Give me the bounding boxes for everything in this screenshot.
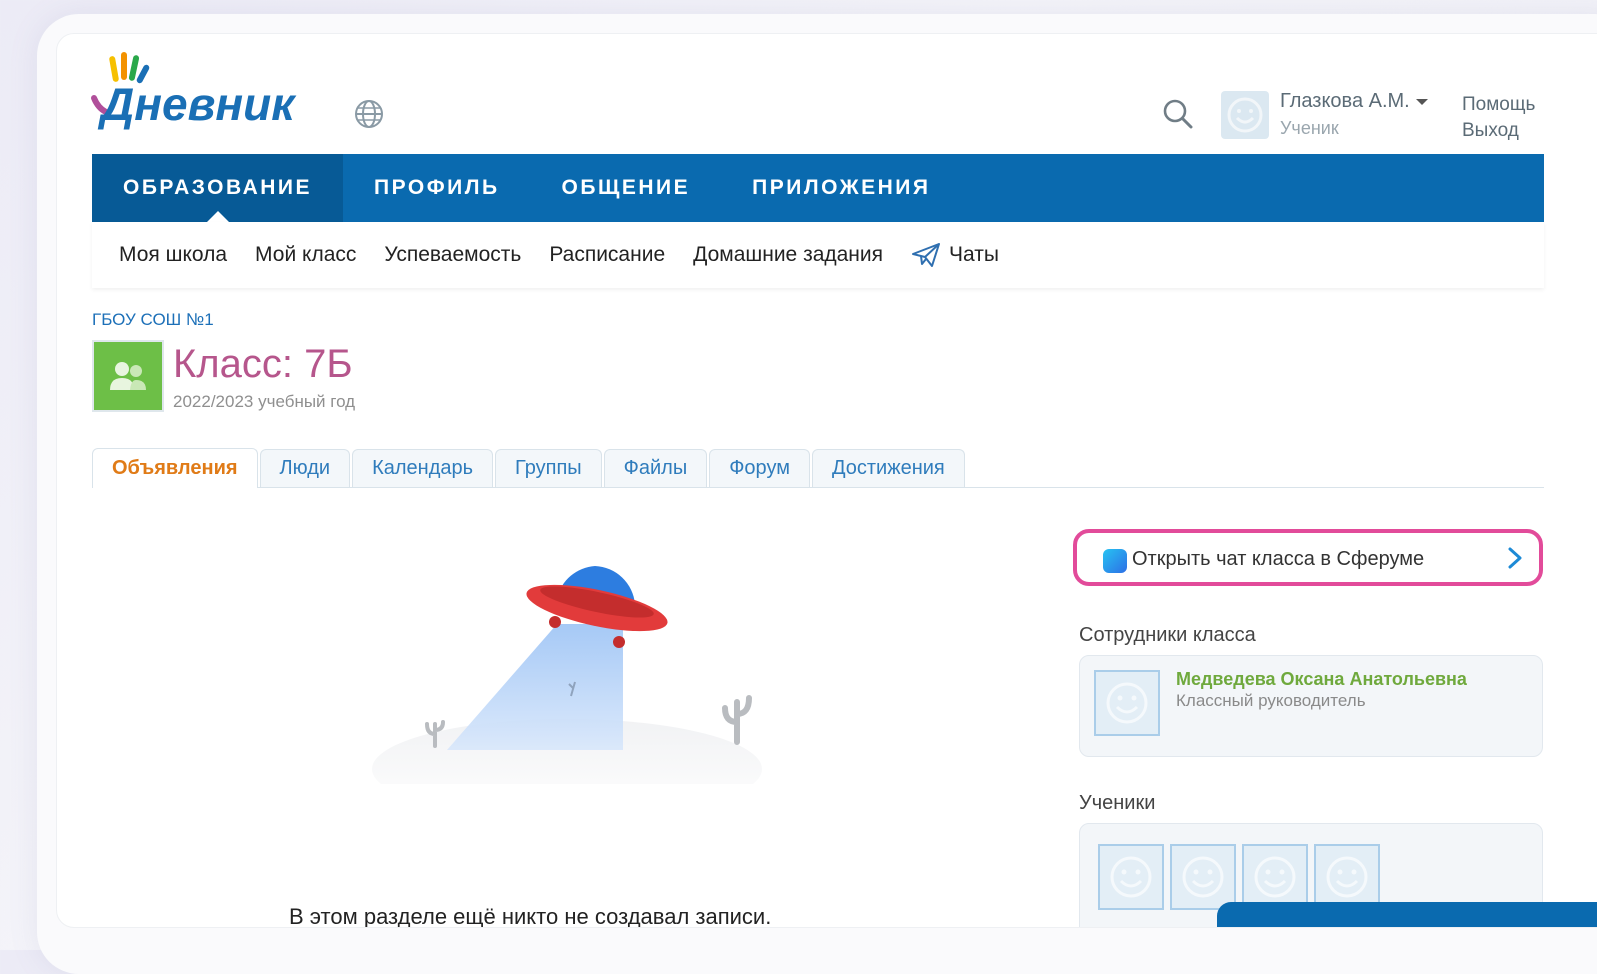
smiley-avatar-icon: [1326, 856, 1368, 898]
subnav-chats-label: Чаты: [949, 243, 999, 266]
school-link[interactable]: ГБОУ СОШ №1: [92, 310, 214, 330]
tab-people[interactable]: Люди: [259, 449, 351, 487]
smiley-avatar-icon: [1110, 856, 1152, 898]
app-screen: Дневник Глазкова А.М. Ученик Помощь Выхо…: [56, 33, 1597, 928]
logout-link[interactable]: Выход: [1462, 120, 1519, 142]
logo-text[interactable]: Дневник: [101, 74, 295, 134]
nav-item-communication[interactable]: ОБЩЕНИЕ: [531, 154, 722, 222]
tab-announcements[interactable]: Объявления: [92, 448, 258, 488]
staff-avatar[interactable]: [1094, 670, 1160, 736]
pupil-avatar[interactable]: [1242, 844, 1308, 910]
smiley-avatar-icon: [1254, 856, 1296, 898]
help-link[interactable]: Помощь: [1462, 94, 1535, 116]
open-class-chat-label: Открыть чат класса в Сферуме: [1132, 548, 1425, 570]
subnav-schedule[interactable]: Расписание: [549, 243, 665, 267]
tab-files[interactable]: Файлы: [603, 449, 708, 487]
smiley-avatar-icon: [1182, 856, 1224, 898]
subnav-chats[interactable]: Чаты: [911, 242, 999, 268]
smiley-avatar-icon: [1106, 682, 1148, 724]
class-year: 2022/2023 учебный год: [173, 392, 356, 411]
chevron-right-icon: [1508, 547, 1522, 569]
class-title: Класс: 7Б: [173, 342, 353, 386]
search-icon[interactable]: [1161, 97, 1195, 131]
pupil-avatar[interactable]: [1170, 844, 1236, 910]
tab-calendar[interactable]: Календарь: [352, 449, 494, 487]
staff-heading: Сотрудники класса: [1079, 624, 1256, 646]
paper-plane-icon: [912, 243, 941, 267]
staff-card: Медведева Оксана Анатольевна Классный ру…: [1079, 655, 1543, 757]
user-name: Глазкова А.М.: [1280, 90, 1410, 112]
chevron-down-icon: [1415, 98, 1428, 105]
user-name-dropdown[interactable]: Глазкова А.М.: [1280, 90, 1428, 113]
class-tabs: Объявления Люди Календарь Группы Файлы Ф…: [92, 447, 1544, 488]
class-group-icon: [92, 340, 164, 412]
nav-item-education[interactable]: ОБРАЗОВАНИЕ: [92, 154, 344, 222]
sferum-chat-icon: [1103, 549, 1127, 573]
globe-icon[interactable]: [353, 98, 385, 130]
tab-forum[interactable]: Форум: [709, 449, 810, 487]
nav-item-profile[interactable]: ПРОФИЛЬ: [343, 154, 531, 222]
pupil-avatar[interactable]: [1314, 844, 1380, 910]
empty-state-ufo-illustration: [372, 566, 762, 784]
subnav-my-class[interactable]: Мой класс: [255, 243, 356, 267]
sub-nav: Моя школа Мой класс Успеваемость Расписа…: [92, 222, 1544, 288]
smiley-avatar-icon: [1227, 97, 1263, 133]
tab-groups[interactable]: Группы: [495, 449, 602, 487]
user-role: Ученик: [1280, 118, 1339, 138]
nav-item-apps[interactable]: ПРИЛОЖЕНИЯ: [721, 154, 961, 222]
subnav-progress[interactable]: Успеваемость: [384, 243, 521, 267]
main-nav: ОБРАЗОВАНИЕ ПРОФИЛЬ ОБЩЕНИЕ ПРИЛОЖЕНИЯ: [92, 154, 1544, 222]
user-avatar[interactable]: [1221, 91, 1269, 139]
pupil-avatar[interactable]: [1098, 844, 1164, 910]
chat-widget-bar[interactable]: [1217, 902, 1597, 927]
pupils-heading: Ученики: [1079, 792, 1156, 814]
staff-name[interactable]: Медведева Оксана Анатольевна: [1176, 669, 1467, 690]
subnav-homework[interactable]: Домашние задания: [693, 243, 883, 267]
tab-achievements[interactable]: Достижения: [811, 449, 965, 487]
staff-role: Классный руководитель: [1176, 691, 1366, 710]
empty-state-message: В этом разделе ещё никто не создавал зап…: [289, 904, 772, 928]
subnav-my-school[interactable]: Моя школа: [119, 243, 227, 267]
open-class-chat-button[interactable]: Открыть чат класса в Сферуме: [1073, 529, 1543, 586]
